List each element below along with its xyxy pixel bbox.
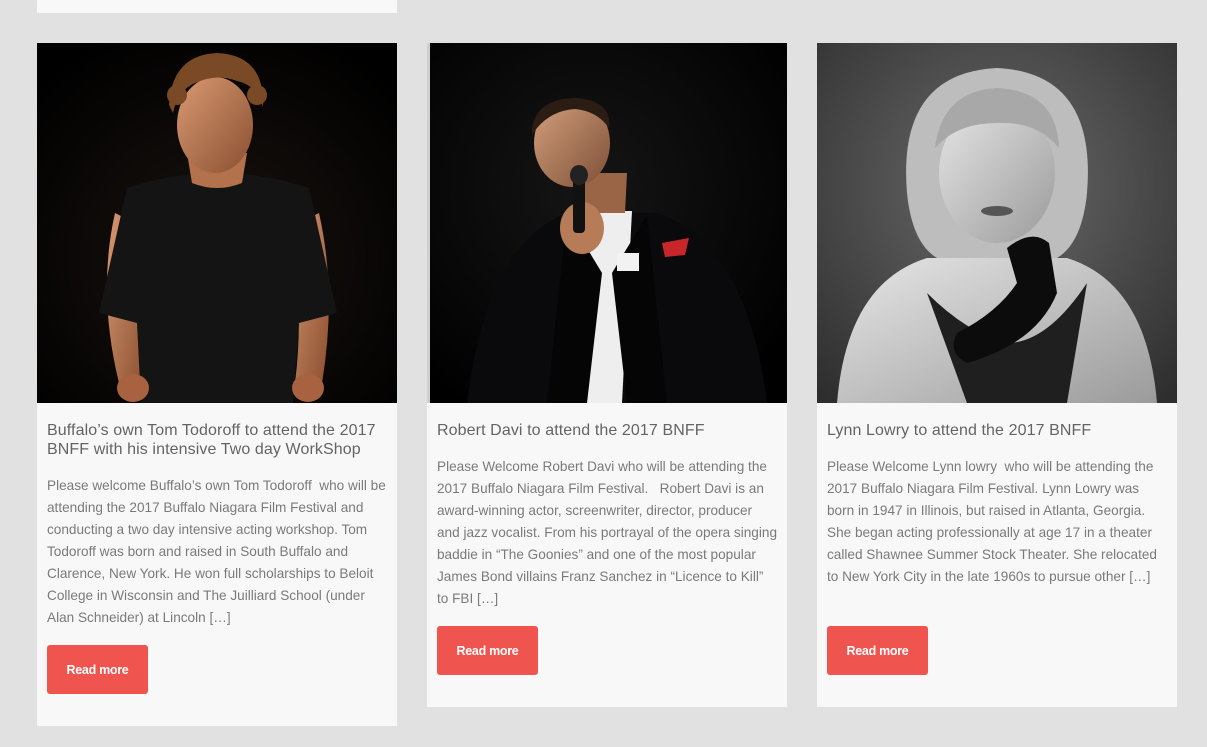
post-photo-robert-davi[interactable] [427,43,787,403]
portrait-man-microphone-image [427,43,787,403]
previous-card-bottom [37,0,397,13]
post-excerpt: Please Welcome Robert Davi who will be a… [437,459,781,606]
post-excerpt: Please welcome Buffalo’s own Tom Todorof… [47,478,390,625]
portrait-woman-bw-image [817,43,1177,403]
blog-grid-page: Buffalo’s own Tom Todoroff to attend the… [0,0,1207,747]
post-photo-tom-todoroff[interactable] [37,43,397,403]
post-title[interactable]: Lynn Lowry to attend the 2017 BNFF [827,421,1167,440]
read-more-button[interactable]: Read more [827,626,928,675]
post-card-tom-todoroff: Buffalo’s own Tom Todoroff to attend the… [37,43,397,726]
post-photo-lynn-lowry[interactable] [817,43,1177,403]
post-card-lynn-lowry: Lynn Lowry to attend the 2017 BNFF Pleas… [817,43,1177,707]
read-more-button[interactable]: Read more [47,645,148,694]
post-title[interactable]: Buffalo’s own Tom Todoroff to attend the… [47,421,387,459]
read-more-button[interactable]: Read more [437,626,538,675]
post-title[interactable]: Robert Davi to attend the 2017 BNFF [437,421,777,440]
post-excerpt: Please Welcome Lynn lowry who will be at… [827,459,1161,584]
post-card-robert-davi: Robert Davi to attend the 2017 BNFF Plea… [427,43,787,707]
portrait-man-tshirt-image [37,43,397,403]
